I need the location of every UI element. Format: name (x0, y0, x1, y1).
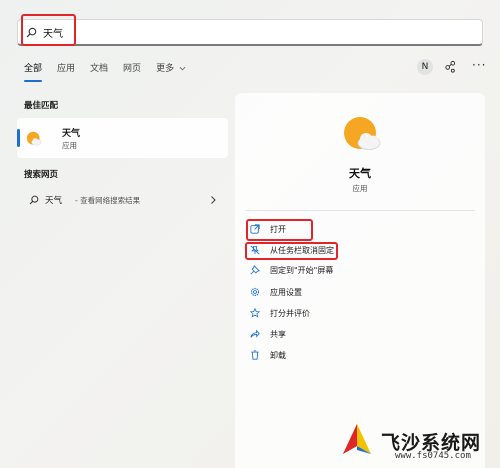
pin-icon (250, 265, 260, 275)
action-pin-start[interactable]: 固定到"开始"屏幕 (250, 261, 333, 279)
tab-more-label: 更多 (156, 64, 175, 74)
tab-all[interactable]: 全部 (24, 62, 43, 82)
web-search-title: 搜索网页 (24, 170, 59, 180)
star-icon (250, 308, 260, 318)
action-unpin-taskbar[interactable]: 从任务栏取消固定 (250, 241, 334, 259)
search-icon (29, 195, 39, 205)
filter-tabs: 全部 应用 文档 网页 更多 (24, 62, 201, 82)
gear-icon (250, 287, 260, 297)
trash-icon (251, 350, 259, 360)
tab-web[interactable]: 网页 (123, 62, 141, 78)
action-open-label: 打开 (270, 224, 286, 234)
action-app-settings[interactable]: 应用设置 (250, 283, 302, 301)
more-options-icon[interactable]: ··· (472, 59, 485, 73)
web-search-query: 天气 (45, 196, 63, 206)
detail-app-name: 天气 (349, 167, 371, 180)
best-match-name: 天气 (62, 129, 81, 139)
best-match-type: 应用 (62, 141, 77, 150)
divider (245, 210, 475, 211)
action-uninstall[interactable]: 卸载 (250, 346, 286, 364)
best-match-title: 最佳匹配 (24, 101, 59, 111)
open-external-icon (250, 224, 260, 234)
windows-search-panel: 天气 全部 应用 文档 网页 更多 N ··· 最佳匹配 天气 应用 搜索网页 … (0, 0, 500, 468)
tab-apps[interactable]: 应用 (57, 62, 75, 78)
weather-app-icon (26, 131, 42, 146)
web-search-result[interactable]: 天气 - 查看网络搜索结果 (17, 190, 228, 210)
action-rate-review[interactable]: 打分并评价 (250, 304, 310, 322)
action-open[interactable]: 打开 (250, 220, 286, 238)
action-rate-review-label: 打分并评价 (270, 308, 310, 318)
web-search-hint: - 查看网络搜索结果 (75, 196, 141, 205)
network-share-icon[interactable] (444, 60, 457, 73)
app-detail-pane: 天气 应用 打开 从任务栏取消固定 固定到"开始"屏幕 应用设置 打分并评价 共… (235, 93, 485, 468)
action-share-label: 共享 (270, 329, 286, 339)
action-app-settings-label: 应用设置 (270, 287, 302, 297)
search-input[interactable]: 天气 (43, 25, 63, 40)
action-share[interactable]: 共享 (250, 325, 286, 343)
weather-app-large-icon (344, 117, 381, 150)
search-icon (26, 27, 37, 37)
watermark-url: www.fs0745.com (395, 451, 471, 461)
action-pin-start-label: 固定到"开始"屏幕 (270, 265, 334, 275)
best-match-result[interactable]: 天气 应用 (17, 118, 228, 158)
action-uninstall-label: 卸载 (270, 350, 286, 360)
unpin-icon (250, 245, 260, 255)
avatar[interactable]: N (417, 59, 433, 75)
search-box[interactable]: 天气 (17, 19, 483, 46)
action-unpin-taskbar-label: 从任务栏取消固定 (270, 245, 334, 255)
share-icon (250, 329, 260, 338)
tab-documents[interactable]: 文档 (90, 62, 108, 78)
detail-app-type: 应用 (352, 184, 368, 193)
selection-indicator (17, 129, 20, 147)
chevron-down-icon (179, 66, 186, 71)
tab-more[interactable]: 更多 (156, 62, 186, 78)
watermark-logo (343, 424, 371, 454)
chevron-right-icon[interactable] (209, 195, 217, 205)
